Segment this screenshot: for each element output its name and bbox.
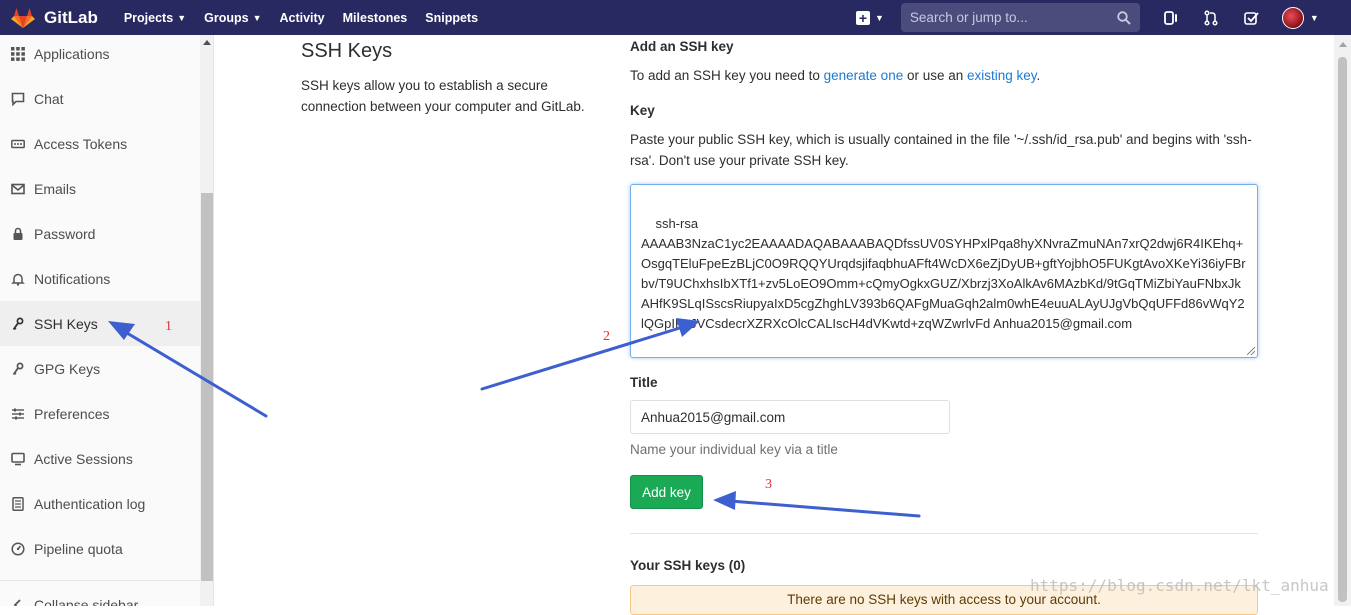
search-input[interactable]: Search or jump to...	[900, 3, 1140, 32]
settings-intro: SSH Keys SSH keys allow you to establish…	[301, 40, 601, 117]
sidebar-item-label: Active Sessions	[34, 450, 133, 467]
chevron-down-icon: ▼	[875, 12, 884, 23]
issues-icon[interactable]	[1162, 9, 1180, 27]
add-key-button[interactable]: Add key	[630, 475, 703, 509]
sidebar-scrollbar[interactable]	[200, 35, 213, 606]
avatar	[1281, 6, 1304, 29]
top-navbar: GitLab Projects ▼ Groups ▼ Activity Milest…	[0, 0, 1351, 35]
sidebar-item-emails[interactable]: Emails	[0, 166, 200, 211]
sidebar-item-label: Applications	[34, 45, 110, 62]
sidebar-item-label: Password	[34, 225, 96, 242]
sidebar-item-label: Chat	[34, 90, 64, 107]
title-input-value: Anhua2015@gmail.com	[641, 409, 786, 425]
generate-one-link[interactable]: generate one	[824, 68, 904, 83]
scroll-up-arrow-icon[interactable]	[203, 40, 211, 45]
watermark: https://blog.csdn.net/lkt_anhua	[1030, 576, 1329, 595]
divider	[630, 533, 1258, 534]
merge-request-icon[interactable]	[1202, 9, 1220, 27]
chevron-down-icon: ▼	[1309, 12, 1319, 23]
sidebar-item-pipeline-quota[interactable]: Pipeline quota	[0, 526, 200, 571]
title-input[interactable]: Anhua2015@gmail.com	[630, 400, 950, 434]
key-textarea[interactable]: ssh-rsa AAAAB3NzaC1yc2EAAAADAQABAAABAQDf…	[630, 184, 1258, 358]
new-dropdown-button[interactable]: + ▼	[856, 10, 884, 25]
page-scrollbar-thumb[interactable]	[1338, 57, 1347, 602]
sidebar-item-chat[interactable]: Chat	[0, 76, 200, 121]
nav-snippets[interactable]: Snippets	[425, 11, 478, 25]
chevron-down-icon: ▼	[177, 12, 187, 23]
collapse-label: Collapse sidebar	[34, 597, 139, 606]
sidebar-scrollbar-thumb[interactable]	[201, 193, 213, 581]
page-scrollbar[interactable]	[1334, 35, 1351, 606]
nav-milestones[interactable]: Milestones	[343, 11, 408, 25]
bell-icon	[10, 271, 26, 287]
page-title: SSH Keys	[301, 40, 393, 62]
gitlab-logo-link[interactable]: GitLab	[11, 7, 98, 29]
nav-groups[interactable]: Groups ▼	[204, 11, 261, 25]
todo-check-icon[interactable]	[1242, 9, 1260, 27]
collapse-sidebar-button[interactable]: Collapse sidebar	[0, 580, 200, 606]
sidebar-item-label: Emails	[34, 180, 77, 197]
title-help-text: Name your individual key via a title	[630, 442, 838, 457]
sidebar-item-label: Notifications	[34, 270, 111, 287]
sidebar-item-label: Pipeline quota	[34, 540, 123, 557]
envelope-icon	[10, 181, 26, 197]
lock-icon	[10, 226, 26, 242]
key-label: Key	[630, 103, 655, 118]
gitlab-tanuki-icon	[11, 7, 35, 28]
nav-projects[interactable]: Projects ▼	[124, 11, 186, 25]
brand-name: GitLab	[44, 7, 98, 27]
search-placeholder: Search or jump to...	[909, 10, 1028, 25]
sidebar-item-label: Preferences	[34, 405, 110, 422]
resize-handle-icon[interactable]	[1247, 347, 1255, 355]
sidebar-item-access-tokens[interactable]: Access Tokens	[0, 121, 200, 166]
key-textarea-value: ssh-rsa AAAAB3NzaC1yc2EAAAADAQABAAABAQDf…	[641, 216, 1246, 331]
token-icon	[10, 136, 26, 152]
annotation-number-1: 1	[165, 319, 172, 334]
title-label: Title	[630, 375, 658, 390]
annotation-arrowhead-3	[713, 491, 736, 510]
sidebar-item-password[interactable]: Password	[0, 211, 200, 256]
log-icon	[10, 496, 26, 512]
sidebar-item-label: SSH Keys	[34, 315, 98, 332]
form-intro: To add an SSH key you need to generate o…	[630, 68, 1041, 83]
key-icon	[10, 361, 26, 377]
monitor-icon	[10, 451, 26, 467]
existing-key-link[interactable]: existing key	[967, 68, 1037, 83]
sidebar-item-gpg-keys[interactable]: GPG Keys	[0, 346, 200, 391]
sidebar-item-active-sessions[interactable]: Active Sessions	[0, 436, 200, 481]
sidebar-item-notifications[interactable]: Notifications	[0, 256, 200, 301]
collapse-icon	[10, 597, 26, 606]
form-heading: Add an SSH key	[630, 39, 734, 54]
sidebar-item-label: Access Tokens	[34, 135, 128, 152]
annotation-number-3: 3	[765, 477, 772, 492]
annotation-arrow-3	[728, 499, 921, 518]
chevron-down-icon: ▼	[252, 12, 262, 23]
key-icon	[10, 316, 26, 332]
sliders-icon	[10, 406, 26, 422]
key-help-text: Paste your public SSH key, which is usua…	[630, 132, 1252, 168]
sidebar-item-preferences[interactable]: Preferences	[0, 391, 200, 436]
your-ssh-keys-heading: Your SSH keys (0)	[630, 558, 746, 573]
gauge-icon	[10, 541, 26, 557]
settings-sidebar: Applications Chat Access Tokens Emails P…	[0, 35, 214, 606]
grid-icon	[10, 46, 26, 62]
chat-icon	[10, 91, 26, 107]
annotation-number-2: 2	[603, 329, 610, 344]
sidebar-item-label: GPG Keys	[34, 360, 101, 377]
search-icon	[1117, 10, 1131, 25]
plus-icon: +	[856, 10, 870, 25]
nav-activity[interactable]: Activity	[279, 11, 324, 25]
sidebar-item-authentication-log[interactable]: Authentication log	[0, 481, 200, 526]
page-description: SSH keys allow you to establish a secure…	[301, 78, 585, 114]
user-menu[interactable]: ▼	[1281, 6, 1319, 29]
sidebar-item-label: Authentication log	[34, 495, 146, 512]
scroll-up-arrow-icon[interactable]	[1339, 42, 1347, 47]
sidebar-item-applications[interactable]: Applications	[0, 35, 200, 76]
